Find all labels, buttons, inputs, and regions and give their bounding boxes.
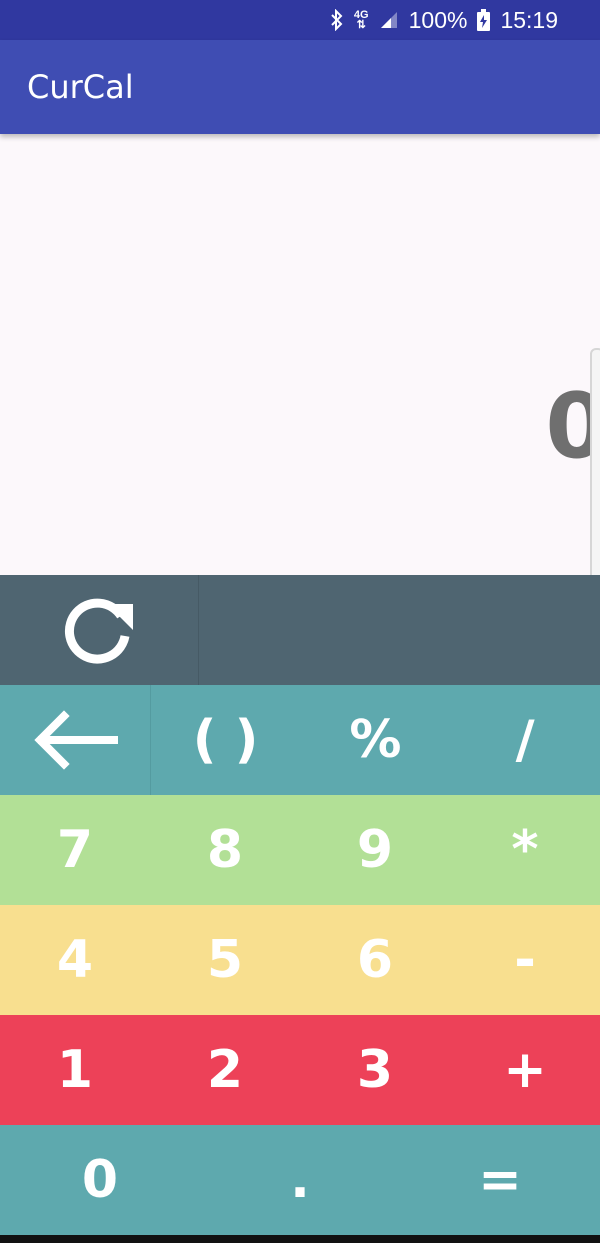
battery-charging-icon [477, 9, 491, 31]
clock: 15:19 [500, 6, 558, 33]
keypad-row-789: 7 8 9 * [0, 795, 600, 905]
display-value: 0 [545, 374, 600, 479]
operator-row: ( ) % / [0, 685, 600, 795]
key-3[interactable]: 3 [300, 1015, 450, 1125]
keypad-row-123: 1 2 3 + [0, 1015, 600, 1125]
keypad-row-456: 4 5 6 - [0, 905, 600, 1015]
key-1[interactable]: 1 [0, 1015, 150, 1125]
key-7[interactable]: 7 [0, 795, 150, 905]
key-5[interactable]: 5 [150, 905, 300, 1015]
key-6[interactable]: 6 [300, 905, 450, 1015]
app-bar: CurCal [0, 40, 600, 134]
function-row [0, 575, 600, 685]
display-area: 0 [0, 134, 600, 575]
key-0[interactable]: 0 [0, 1125, 200, 1235]
scroll-handle[interactable] [590, 348, 600, 575]
empty-function-area [199, 575, 600, 685]
key-2[interactable]: 2 [150, 1015, 300, 1125]
multiply-button[interactable]: * [450, 795, 600, 905]
network-type-icon: 4G ⇅ [353, 9, 369, 31]
backspace-button[interactable] [0, 685, 151, 795]
subtract-button[interactable]: - [450, 905, 600, 1015]
battery-percent: 100% [408, 6, 468, 33]
divide-button[interactable]: / [450, 685, 600, 795]
decimal-button[interactable]: . [200, 1125, 400, 1235]
bottom-edge [0, 1235, 600, 1243]
key-4[interactable]: 4 [0, 905, 150, 1015]
bluetooth-icon [330, 9, 344, 31]
refresh-icon [64, 598, 133, 664]
equals-button[interactable]: = [400, 1125, 600, 1235]
back-arrow-icon [34, 710, 118, 770]
keypad-row-0: 0 . = [0, 1125, 600, 1235]
refresh-button[interactable] [0, 575, 199, 685]
status-bar: 4G ⇅ 100% 15:19 [0, 0, 600, 40]
key-8[interactable]: 8 [150, 795, 300, 905]
add-button[interactable]: + [450, 1015, 600, 1125]
key-9[interactable]: 9 [300, 795, 450, 905]
app-title: CurCal [27, 68, 134, 106]
parentheses-button[interactable]: ( ) [151, 685, 301, 795]
percent-button[interactable]: % [301, 685, 451, 795]
signal-icon [379, 10, 399, 30]
